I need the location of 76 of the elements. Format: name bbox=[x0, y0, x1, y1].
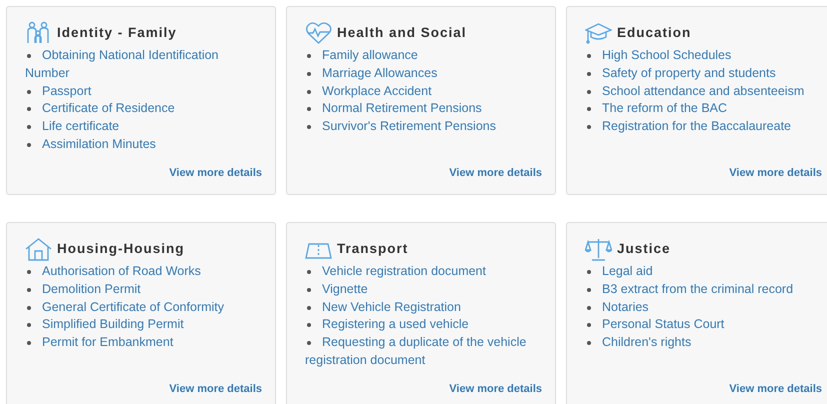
bullet-icon bbox=[587, 90, 591, 94]
view-more-link[interactable]: View more details bbox=[449, 167, 542, 179]
bullet-icon bbox=[307, 288, 311, 292]
service-link[interactable]: Notaries bbox=[585, 298, 822, 316]
view-more-link[interactable]: View more details bbox=[729, 383, 822, 395]
service-link[interactable]: Personal Status Court bbox=[585, 316, 822, 334]
service-link[interactable]: Demolition Permit bbox=[25, 280, 262, 299]
category-title: Health and Social bbox=[337, 24, 467, 42]
bullet-icon bbox=[587, 72, 591, 76]
bullet-icon bbox=[587, 125, 591, 130]
bullet-icon bbox=[27, 270, 31, 274]
graduation-cap-icon bbox=[585, 21, 612, 45]
service-link[interactable]: Passport bbox=[25, 82, 262, 100]
bullet-icon bbox=[27, 125, 31, 130]
bullet-icon bbox=[587, 107, 591, 112]
bullet-icon bbox=[307, 90, 311, 94]
service-link[interactable]: Life certificate bbox=[25, 118, 262, 136]
service-link[interactable]: High School Schedules bbox=[585, 47, 822, 65]
bullet-icon bbox=[27, 54, 31, 58]
bullet-icon bbox=[27, 90, 31, 94]
service-link[interactable]: Registration for the Baccalaureate bbox=[585, 118, 822, 136]
service-link[interactable]: Safety of property and students bbox=[585, 64, 822, 83]
category-title: Transport bbox=[337, 240, 408, 258]
category-title: Identity - Family bbox=[57, 24, 177, 42]
bullet-icon bbox=[27, 323, 31, 328]
service-link[interactable]: Authorisation of Road Works bbox=[25, 263, 262, 281]
service-link[interactable]: Vehicle registration document bbox=[305, 263, 542, 281]
bullet-icon bbox=[27, 288, 31, 292]
bullet-icon bbox=[307, 107, 311, 112]
service-link[interactable]: School attendance and absenteeism bbox=[585, 82, 822, 100]
service-link[interactable]: Marriage Allowances bbox=[305, 64, 542, 83]
bullet-icon bbox=[307, 72, 311, 76]
bullet-icon bbox=[307, 341, 311, 346]
service-link[interactable]: Simplified Building Permit bbox=[25, 316, 262, 334]
service-link[interactable]: General Certificate of Conformity bbox=[25, 298, 262, 316]
service-link[interactable]: Assimilation Minutes bbox=[25, 136, 262, 154]
category-title: Justice bbox=[617, 240, 671, 258]
bullet-icon bbox=[27, 341, 31, 346]
service-link[interactable]: Children's rights bbox=[585, 334, 822, 352]
service-link[interactable]: Permit for Embankment bbox=[25, 334, 262, 352]
heart-pulse-icon bbox=[305, 21, 332, 45]
service-link[interactable]: B3 extract from the criminal record bbox=[585, 280, 822, 299]
bullet-icon bbox=[307, 323, 311, 328]
bullet-icon bbox=[27, 142, 31, 147]
bullet-icon bbox=[587, 54, 591, 58]
service-link[interactable]: Certificate of Residence bbox=[25, 100, 262, 118]
bullet-icon bbox=[307, 54, 311, 58]
category-title: Education bbox=[617, 24, 692, 42]
service-link[interactable]: Survivor's Retirement Pensions bbox=[305, 118, 542, 136]
category-title: Housing-Housing bbox=[57, 240, 184, 258]
service-link[interactable]: Legal aid bbox=[585, 263, 822, 281]
view-more-link[interactable]: View more details bbox=[449, 383, 542, 395]
house-icon bbox=[25, 237, 52, 261]
service-link[interactable]: Workplace Accident bbox=[305, 82, 542, 100]
bullet-icon bbox=[27, 306, 31, 310]
service-link[interactable]: Registering a used vehicle bbox=[305, 316, 542, 334]
bullet-icon bbox=[307, 270, 311, 274]
bullet-icon bbox=[587, 288, 591, 292]
bullet-icon bbox=[27, 107, 31, 112]
service-link[interactable]: Vignette bbox=[305, 280, 542, 299]
service-link[interactable]: Requesting a duplicate of the vehicle registration document bbox=[305, 334, 542, 370]
bullet-icon bbox=[587, 323, 591, 328]
service-link[interactable]: Family allowance bbox=[305, 47, 542, 65]
service-link[interactable]: Normal Retirement Pensions bbox=[305, 100, 542, 118]
view-more-link[interactable]: View more details bbox=[729, 167, 822, 179]
view-more-link[interactable]: View more details bbox=[169, 383, 262, 395]
scales-icon bbox=[585, 237, 612, 261]
view-more-link[interactable]: View more details bbox=[169, 167, 262, 179]
bullet-icon bbox=[587, 341, 591, 346]
service-link[interactable]: The reform of the BAC bbox=[585, 100, 822, 118]
bullet-icon bbox=[587, 306, 591, 310]
service-link[interactable]: New Vehicle Registration bbox=[305, 298, 542, 316]
bullet-icon bbox=[307, 306, 311, 310]
service-link[interactable]: Obtaining National Identification Number bbox=[25, 47, 262, 83]
bullet-icon bbox=[587, 270, 591, 274]
bullet-icon bbox=[307, 125, 311, 130]
